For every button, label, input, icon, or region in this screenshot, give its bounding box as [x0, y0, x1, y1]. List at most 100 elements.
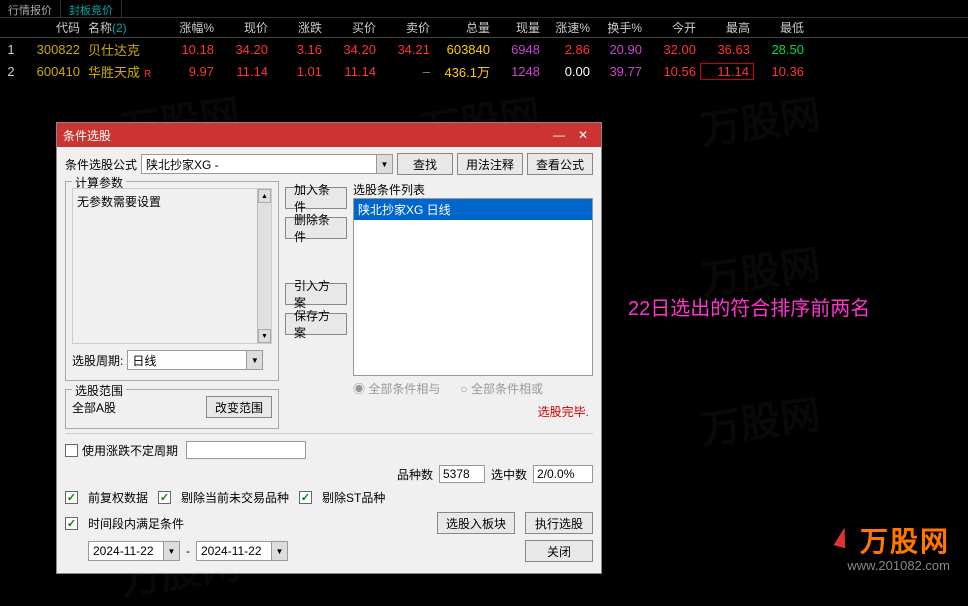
cell-high: 11.14: [700, 63, 754, 80]
change-range-button[interactable]: 改变范围: [206, 396, 272, 418]
cell-code: 300822: [22, 42, 84, 57]
chk-timerange-label: 时间段内满足条件: [88, 515, 184, 532]
cell-spd: 2.86: [544, 42, 594, 57]
th-name[interactable]: 名称(2): [84, 19, 156, 36]
cell-open: 10.56: [646, 64, 700, 79]
del-condition-button[interactable]: 删除条件: [285, 217, 347, 239]
th-spd[interactable]: 涨速%: [544, 19, 594, 36]
date-to[interactable]: 2024-11-22 ▼: [196, 541, 288, 561]
params-text: 无参数需要设置: [77, 195, 161, 209]
add-condition-button[interactable]: 加入条件: [285, 187, 347, 209]
range-fieldset: 选股范围 全部A股 改变范围: [65, 389, 279, 429]
date-to-value: 2024-11-22: [201, 544, 262, 558]
dialog-titlebar[interactable]: 条件选股 — ✕: [57, 123, 601, 147]
annotation-text: 22日选出的符合排序前两名: [628, 292, 870, 321]
chevron-down-icon[interactable]: ▼: [246, 351, 262, 369]
cell-now: 11.14: [218, 64, 272, 79]
radio-or[interactable]: ○ 全部条件相或: [460, 380, 543, 397]
range-value: 全部A股: [72, 399, 202, 416]
chevron-down-icon[interactable]: ▼: [163, 542, 179, 560]
ghost-wm: 万股网: [697, 382, 824, 456]
viewfx-button[interactable]: 查看公式: [527, 153, 593, 175]
chk-exclude-nontrade[interactable]: [158, 491, 171, 504]
vary-input[interactable]: [186, 441, 306, 459]
list-item[interactable]: 陕北抄家XG 日线: [354, 199, 592, 220]
chk-fq-label: 前复权数据: [88, 489, 148, 506]
chk-exclude-st[interactable]: [299, 491, 312, 504]
chk-vary-label: 使用涨跌不定周期: [82, 442, 178, 459]
selected-label: 选中数: [491, 466, 527, 483]
scroll-up-icon[interactable]: ▲: [258, 189, 271, 203]
ghost-wm: 万股网: [697, 82, 824, 156]
cell-idx: 2: [0, 64, 22, 79]
formula-label: 条件选股公式: [65, 156, 137, 173]
import-scheme-button[interactable]: 引入方案: [285, 283, 347, 305]
cell-low: 10.36: [754, 64, 808, 79]
th-pct[interactable]: 涨幅%: [156, 19, 218, 36]
to-block-button[interactable]: 选股入板块: [437, 512, 515, 534]
count-value: 5378: [439, 465, 485, 483]
radio-and[interactable]: ◉ 全部条件相与: [353, 380, 440, 397]
cell-low: 28.50: [754, 42, 808, 57]
chk-timerange[interactable]: [65, 517, 78, 530]
logo-arrow-icon: [826, 525, 856, 555]
cell-high: 36.63: [700, 42, 754, 57]
top-tabs: 行情报价 封板竞价: [0, 0, 968, 18]
th-ask[interactable]: 卖价: [380, 19, 434, 36]
params-fieldset: 计算参数 无参数需要设置 ▲ ▼ 选股周期: 日线 ▼: [65, 181, 279, 381]
table-row[interactable]: 2600410华胜天成R9.9711.141.0111.14–436.1万124…: [0, 60, 968, 82]
th-vol[interactable]: 总量: [434, 19, 494, 36]
tab-limit[interactable]: 封板竞价: [61, 0, 122, 17]
params-scrollbar[interactable]: ▲ ▼: [257, 189, 271, 343]
th-low[interactable]: 最低: [754, 19, 808, 36]
table-row[interactable]: 1300822贝仕达克10.1834.203.1634.2034.2160384…: [0, 38, 968, 60]
th-name-text: 名称: [88, 21, 112, 35]
cell-name: 华胜天成R: [84, 62, 156, 81]
list-legend: 选股条件列表: [353, 183, 425, 197]
save-scheme-button[interactable]: 保存方案: [285, 313, 347, 335]
watermark-logo: 万股网 www.201082.com: [826, 520, 950, 573]
cell-turn: 20.90: [594, 42, 646, 57]
cell-spd: 0.00: [544, 64, 594, 79]
cell-ask: –: [380, 64, 434, 79]
scroll-down-icon[interactable]: ▼: [258, 329, 271, 343]
condition-list[interactable]: 陕北抄家XG 日线: [353, 198, 593, 376]
status-text: 选股完毕.: [353, 401, 593, 422]
usage-button[interactable]: 用法注释: [457, 153, 523, 175]
count-label: 品种数: [397, 466, 433, 483]
th-chg[interactable]: 涨跌: [272, 19, 326, 36]
table-header: 代码 名称(2) 涨幅% 现价 涨跌 买价 卖价 总量 现量 涨速% 换手% 今…: [0, 18, 968, 38]
chk-exclude-nontrade-label: 剔除当前未交易品种: [181, 489, 289, 506]
table-body: 1300822贝仕达克10.1834.203.1634.2034.2160384…: [0, 38, 968, 82]
tab-quote[interactable]: 行情报价: [0, 0, 61, 17]
brand-url: www.201082.com: [826, 558, 950, 573]
chk-fq[interactable]: [65, 491, 78, 504]
close-button[interactable]: 关闭: [525, 540, 593, 562]
radio-and-label: 全部条件相与: [368, 382, 440, 396]
th-name-count: (2): [112, 21, 127, 35]
exec-button[interactable]: 执行选股: [525, 512, 593, 534]
cell-cvol: 6948: [494, 42, 544, 57]
th-open[interactable]: 今开: [646, 19, 700, 36]
chk-vary-period[interactable]: [65, 444, 78, 457]
th-high[interactable]: 最高: [700, 19, 754, 36]
find-button[interactable]: 查找: [397, 153, 453, 175]
period-combo[interactable]: 日线 ▼: [127, 350, 263, 370]
formula-combo[interactable]: 陕北抄家XG - ▼: [141, 154, 393, 174]
chk-exclude-st-label: 剔除ST品种: [322, 489, 385, 506]
date-from-value: 2024-11-22: [93, 544, 154, 558]
date-from[interactable]: 2024-11-22 ▼: [88, 541, 180, 561]
cell-chg: 3.16: [272, 42, 326, 57]
close-x-button[interactable]: ✕: [571, 125, 595, 145]
cell-now: 34.20: [218, 42, 272, 57]
selected-value: 2/0.0%: [533, 465, 593, 483]
th-code[interactable]: 代码: [22, 19, 84, 36]
th-now[interactable]: 现价: [218, 19, 272, 36]
chevron-down-icon[interactable]: ▼: [376, 155, 392, 173]
minimize-button[interactable]: —: [547, 125, 571, 145]
th-bid[interactable]: 买价: [326, 19, 380, 36]
chevron-down-icon[interactable]: ▼: [271, 542, 287, 560]
th-cvol[interactable]: 现量: [494, 19, 544, 36]
th-turn[interactable]: 换手%: [594, 19, 646, 36]
radio-or-label: 全部条件相或: [471, 382, 543, 396]
